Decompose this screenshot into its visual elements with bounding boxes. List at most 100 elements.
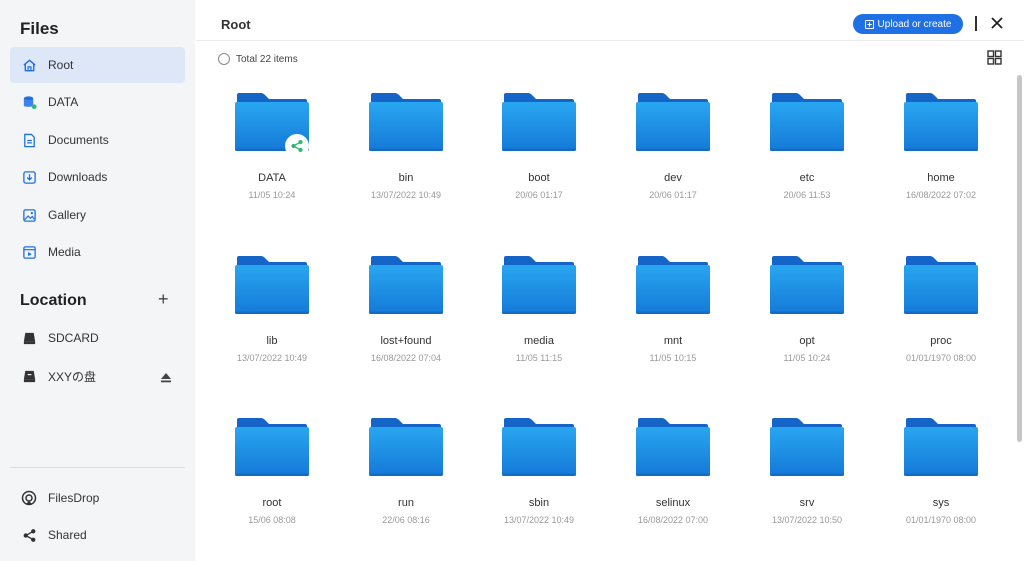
usb-drive-icon: [21, 368, 37, 384]
sidebar-item-usb[interactable]: XXYの盘: [10, 358, 185, 394]
select-all-radio[interactable]: [218, 53, 230, 65]
folder-name: etc: [799, 172, 815, 184]
folder-name: sys: [932, 497, 950, 509]
folder-item[interactable]: lib 13/07/2022 10:49: [205, 256, 339, 363]
sidebar-item-label: Documents: [48, 133, 109, 147]
database-shared-icon: [21, 94, 37, 110]
location-heading: Location: [20, 292, 87, 309]
folder-icon: [235, 418, 309, 476]
folder-date: 11/05 10:24: [248, 190, 296, 200]
sidebar-item-downloads[interactable]: Downloads: [10, 159, 185, 195]
upload-or-create-button[interactable]: Upload or create: [853, 14, 963, 34]
folder-item[interactable]: proc 01/01/1970 08:00: [874, 256, 1008, 363]
folder-icon: [502, 256, 576, 314]
page-title: Root: [221, 17, 251, 32]
sidebar-divider: [10, 467, 185, 468]
sidebar-item-label: Media: [48, 245, 81, 259]
media-icon: [21, 244, 37, 260]
sidebar: Files Root DATA Documents Downloads Gall…: [0, 0, 195, 561]
folder-item[interactable]: srv 13/07/2022 10:50: [740, 418, 874, 525]
folder-icon: [502, 93, 576, 151]
folder-icon: [502, 418, 576, 476]
folder-name: proc: [930, 335, 952, 347]
folder-name: srv: [799, 497, 815, 509]
sidebar-item-label: XXYの盘: [48, 369, 97, 384]
folder-date: 13/07/2022 10:49: [370, 190, 442, 200]
folder-item[interactable]: mnt 11/05 10:15: [606, 256, 740, 363]
folder-item[interactable]: sys 01/01/1970 08:00: [874, 418, 1008, 525]
folder-name: run: [398, 497, 414, 509]
close-icon[interactable]: [990, 16, 1004, 30]
sidebar-item-media[interactable]: Media: [10, 234, 185, 270]
folder-name: opt: [799, 335, 815, 347]
folder-icon: [636, 93, 710, 151]
sidebar-item-filesdrop[interactable]: FilesDrop: [10, 480, 185, 516]
folder-item[interactable]: sbin 13/07/2022 10:49: [472, 418, 606, 525]
folder-date: 13/07/2022 10:49: [503, 515, 575, 525]
folder-date: 11/05 11:15: [515, 353, 563, 363]
folder-icon: [904, 418, 978, 476]
folder-item[interactable]: dev 20/06 01:17: [606, 93, 740, 200]
folder-icon: [636, 256, 710, 314]
sidebar-item-label: DATA: [48, 95, 79, 109]
filesdrop-icon: [21, 490, 37, 506]
folder-date: 11/05 10:24: [783, 353, 831, 363]
image-icon: [21, 207, 37, 223]
folder-date: 20/06 01:17: [515, 190, 563, 200]
folder-item[interactable]: selinux 16/08/2022 07:00: [606, 418, 740, 525]
folder-item[interactable]: boot 20/06 01:17: [472, 93, 606, 200]
folder-name: dev: [664, 172, 682, 184]
eject-icon[interactable]: [160, 370, 185, 388]
folder-name: lib: [266, 335, 278, 347]
folder-item[interactable]: bin 13/07/2022 10:49: [339, 93, 473, 200]
folder-item[interactable]: opt 11/05 10:24: [740, 256, 874, 363]
folder-name: mnt: [663, 335, 683, 347]
sidebar-item-documents[interactable]: Documents: [10, 122, 185, 158]
folder-item[interactable]: media 11/05 11:15: [472, 256, 606, 363]
sidebar-item-sdcard[interactable]: SDCARD: [10, 320, 185, 356]
folder-icon: [369, 418, 443, 476]
folder-item[interactable]: DATA 11/05 10:24: [205, 93, 339, 200]
folder-date: 20/06 11:53: [783, 190, 831, 200]
folder-name: root: [262, 497, 282, 509]
folder-date: 13/07/2022 10:49: [236, 353, 308, 363]
folder-name: lost+found: [380, 335, 432, 347]
folder-name: selinux: [655, 497, 691, 509]
sidebar-item-label: Downloads: [48, 170, 108, 184]
folder-icon: [770, 256, 844, 314]
upload-button-label: Upload or create: [877, 18, 952, 30]
add-location-button[interactable]: +: [158, 290, 169, 308]
folder-date: 22/06 08:16: [382, 515, 430, 525]
download-icon: [21, 169, 37, 185]
sidebar-title: Files: [20, 19, 59, 38]
grid-view-icon[interactable]: [987, 50, 1002, 65]
sidebar-item-data[interactable]: DATA: [10, 84, 185, 120]
sidebar-item-shared[interactable]: Shared: [10, 517, 185, 553]
sidebar-item-gallery[interactable]: Gallery: [10, 197, 185, 233]
folder-date: 01/01/1970 08:00: [905, 353, 977, 363]
folder-name: bin: [398, 172, 414, 184]
folder-item[interactable]: run 22/06 08:16: [339, 418, 473, 525]
item-count: Total 22 items: [236, 54, 298, 65]
folder-icon: [770, 418, 844, 476]
share-icon: [21, 527, 37, 543]
folder-name: DATA: [258, 172, 286, 184]
folder-item[interactable]: home 16/08/2022 07:02: [874, 93, 1008, 200]
folder-date: 20/06 01:17: [649, 190, 697, 200]
folder-icon: [235, 93, 309, 158]
sidebar-item-root[interactable]: Root: [10, 47, 185, 83]
sidebar-item-label: FilesDrop: [48, 491, 100, 505]
folder-icon: [904, 256, 978, 314]
folder-date: 16/08/2022 07:00: [637, 515, 709, 525]
folder-icon: [904, 93, 978, 151]
folder-date: 16/08/2022 07:04: [370, 353, 442, 363]
folder-date: 11/05 10:15: [649, 353, 697, 363]
folder-item[interactable]: lost+found 16/08/2022 07:04: [339, 256, 473, 363]
folder-name: home: [927, 172, 955, 184]
document-icon: [21, 132, 37, 148]
folder-date: 16/08/2022 07:02: [905, 190, 977, 200]
folder-icon: [369, 93, 443, 151]
scrollbar[interactable]: [1017, 75, 1022, 442]
folder-item[interactable]: etc 20/06 11:53: [740, 93, 874, 200]
folder-item[interactable]: root 15/06 08:08: [205, 418, 339, 525]
